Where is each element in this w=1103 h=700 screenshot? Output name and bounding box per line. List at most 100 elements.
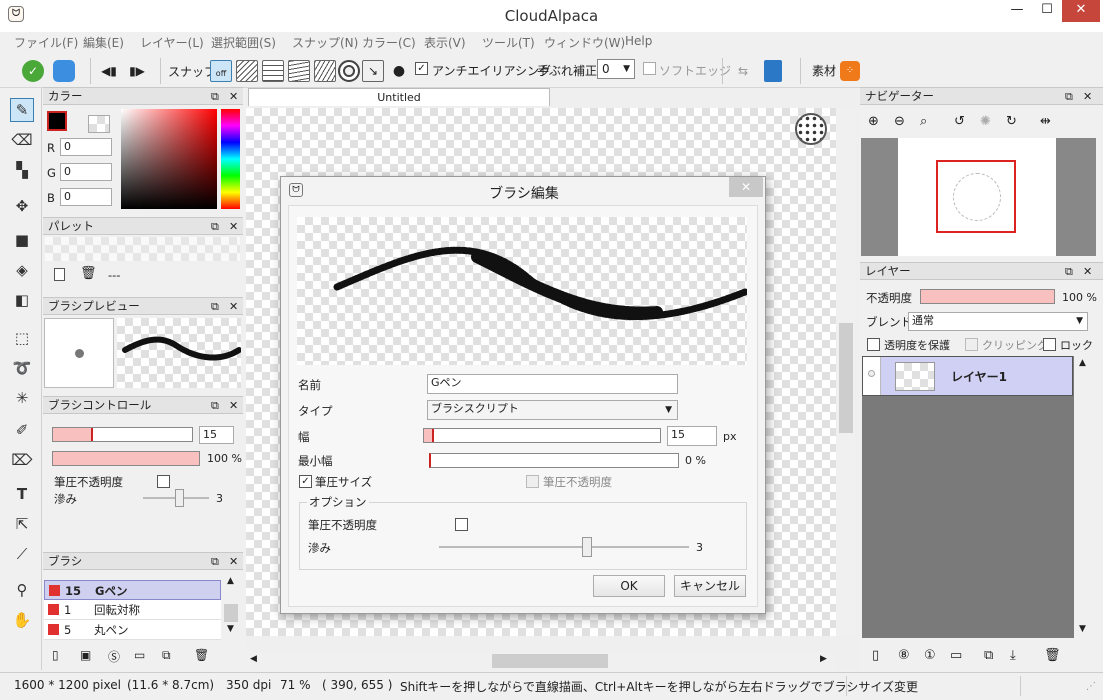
fill-rect-tool-icon[interactable]: ■ (10, 228, 34, 252)
brush-item-rotation[interactable]: 1 回転対称 (44, 600, 221, 620)
opt-bleed-slider-thumb[interactable] (582, 537, 592, 557)
float-icon[interactable]: ⧉ (211, 218, 219, 235)
close-icon[interactable]: ✕ (229, 553, 238, 570)
pressure-opacity-checkbox[interactable] (157, 475, 170, 488)
lock-checkbox[interactable] (1043, 338, 1056, 351)
float-icon[interactable]: ⧉ (211, 397, 219, 414)
flip-icon[interactable]: ⇹ (1040, 114, 1051, 129)
brush-item-gpen[interactable]: 15 Gペン (44, 580, 221, 600)
palette-swatches[interactable] (45, 237, 240, 261)
select-pen-tool-icon[interactable]: ✐ (10, 418, 34, 442)
cloud-check-icon[interactable]: ✓ (22, 60, 44, 82)
b-input[interactable]: 0 (60, 188, 112, 206)
book-icon[interactable] (764, 60, 782, 82)
close-icon[interactable]: ✕ (229, 88, 238, 105)
script-brush-icon[interactable]: Ⓢ (108, 648, 120, 665)
scroll-thumb[interactable] (224, 604, 238, 622)
ok-button[interactable]: OK (593, 575, 665, 597)
trash-icon[interactable]: 🗑 (1044, 648, 1061, 663)
brush-width-input[interactable]: 15 (199, 426, 234, 444)
zoom-in-icon[interactable]: ⊕ (868, 114, 879, 129)
close-icon[interactable]: ✕ (1083, 88, 1092, 105)
menu-window[interactable]: ウィンドウ(W) (544, 34, 625, 51)
snap-curve-icon[interactable]: ↘ (362, 60, 384, 82)
folder-icon[interactable]: ▭ (134, 648, 145, 662)
chevron-right-icon[interactable]: ▶ (820, 654, 827, 664)
close-icon[interactable]: ✕ (229, 218, 238, 235)
eyedropper-tool-icon[interactable]: ⚲ (10, 578, 34, 602)
new-layer-8-icon[interactable]: ⑧ (898, 648, 910, 663)
primary-color-swatch[interactable] (47, 111, 67, 131)
blend-select[interactable]: 通常 ▼ (908, 312, 1088, 331)
horizontal-scrollbar[interactable]: ◀ ▶ (246, 652, 836, 670)
maximize-button[interactable]: ☐ (1032, 0, 1062, 22)
opt-bleed-slider-track[interactable] (439, 546, 689, 548)
menu-help[interactable]: Help (625, 34, 652, 48)
snap-parallel-icon[interactable] (236, 60, 258, 82)
close-button[interactable]: ✕ (1062, 0, 1100, 22)
chevron-left-icon[interactable]: ◀ (250, 654, 257, 664)
brush-opacity-slider[interactable] (52, 451, 200, 466)
rotate-right-icon[interactable]: ↻ (1006, 114, 1017, 129)
brush-item-round[interactable]: 5 丸ペン (44, 620, 221, 640)
menu-color[interactable]: カラー(C) (362, 34, 416, 51)
next-icon[interactable]: ▮▶ (126, 60, 148, 82)
chevron-down-icon[interactable]: ▼ (1079, 624, 1086, 634)
float-icon[interactable]: ⧉ (211, 553, 219, 570)
magic-wand-tool-icon[interactable]: ✳ (10, 386, 34, 410)
canvas-tab[interactable]: Untitled (248, 88, 550, 106)
layer-row[interactable]: レイヤー1 (862, 356, 1073, 396)
text-tool-icon[interactable]: T (10, 482, 34, 506)
rect-select-tool-icon[interactable]: ⬚ (10, 326, 34, 350)
menu-view[interactable]: 表示(V) (424, 34, 466, 51)
menu-snap[interactable]: スナップ(N) (292, 34, 358, 51)
material-icon[interactable]: ⁘ (840, 61, 860, 81)
name-input[interactable]: Gペン (427, 374, 678, 394)
prev-icon[interactable]: ◀▮ (98, 60, 120, 82)
close-icon[interactable]: ✕ (1083, 263, 1092, 280)
layer-opacity-slider[interactable] (920, 289, 1055, 304)
protect-alpha-checkbox[interactable] (867, 338, 880, 351)
zoom-out-icon[interactable]: ⊖ (894, 114, 905, 129)
merge-down-icon[interactable]: ⤓ (1010, 648, 1016, 663)
brush-list-scrollbar[interactable]: ▲ ▼ (222, 572, 240, 638)
vertical-scrollbar[interactable] (837, 108, 855, 636)
stabilizer-select[interactable]: 0 ▼ (597, 59, 635, 79)
brush-width-slider[interactable] (52, 427, 193, 442)
folder-icon[interactable]: ▭ (950, 648, 962, 663)
soft-edge-checkbox[interactable] (643, 62, 656, 75)
trash-icon[interactable]: 🗑 (194, 648, 209, 662)
width-slider[interactable] (423, 428, 661, 443)
clipping-checkbox[interactable] (965, 338, 978, 351)
snap-off-button[interactable]: off (210, 60, 232, 82)
scroll-thumb[interactable] (839, 323, 853, 433)
navigator-preview[interactable] (861, 138, 1096, 256)
lasso-tool-icon[interactable]: ➰ (10, 356, 34, 380)
pressure-opacity-checkbox[interactable] (526, 475, 539, 488)
cancel-button[interactable]: キャンセル (674, 575, 746, 597)
cloud-app-icon[interactable] (53, 60, 75, 82)
r-input[interactable]: 0 (60, 138, 112, 156)
hand-tool-icon[interactable]: ✋ (10, 608, 34, 632)
float-icon[interactable]: ⧉ (211, 298, 219, 315)
minimize-button[interactable]: — (1002, 0, 1032, 22)
float-icon[interactable]: ⧉ (211, 88, 219, 105)
close-icon[interactable]: ✕ (229, 298, 238, 315)
visibility-icon[interactable] (863, 357, 881, 395)
navigator-viewport[interactable] (936, 160, 1016, 233)
dot-tool-icon[interactable]: ▚ (10, 158, 34, 182)
float-icon[interactable]: ⧉ (1065, 263, 1073, 280)
menu-tools[interactable]: ツール(T) (482, 34, 535, 51)
menu-selection[interactable]: 選択範囲(S) (211, 34, 276, 51)
dialog-close-button[interactable]: ✕ (729, 177, 763, 197)
trash-icon[interactable]: 🗑 (80, 266, 97, 281)
snap-perspective-icon[interactable] (288, 60, 310, 82)
width-input[interactable]: 15 (667, 426, 717, 446)
new-brush-icon[interactable]: ▯ (52, 648, 59, 662)
snap-vanish-icon[interactable] (314, 60, 336, 82)
g-input[interactable]: 0 (60, 163, 112, 181)
opt-pressure-opacity-checkbox[interactable] (455, 518, 468, 531)
palette-new-icon[interactable] (54, 268, 65, 281)
duplicate-icon[interactable]: ⧉ (984, 648, 993, 663)
layer-scrollbar[interactable]: ▲ ▼ (1076, 356, 1092, 638)
